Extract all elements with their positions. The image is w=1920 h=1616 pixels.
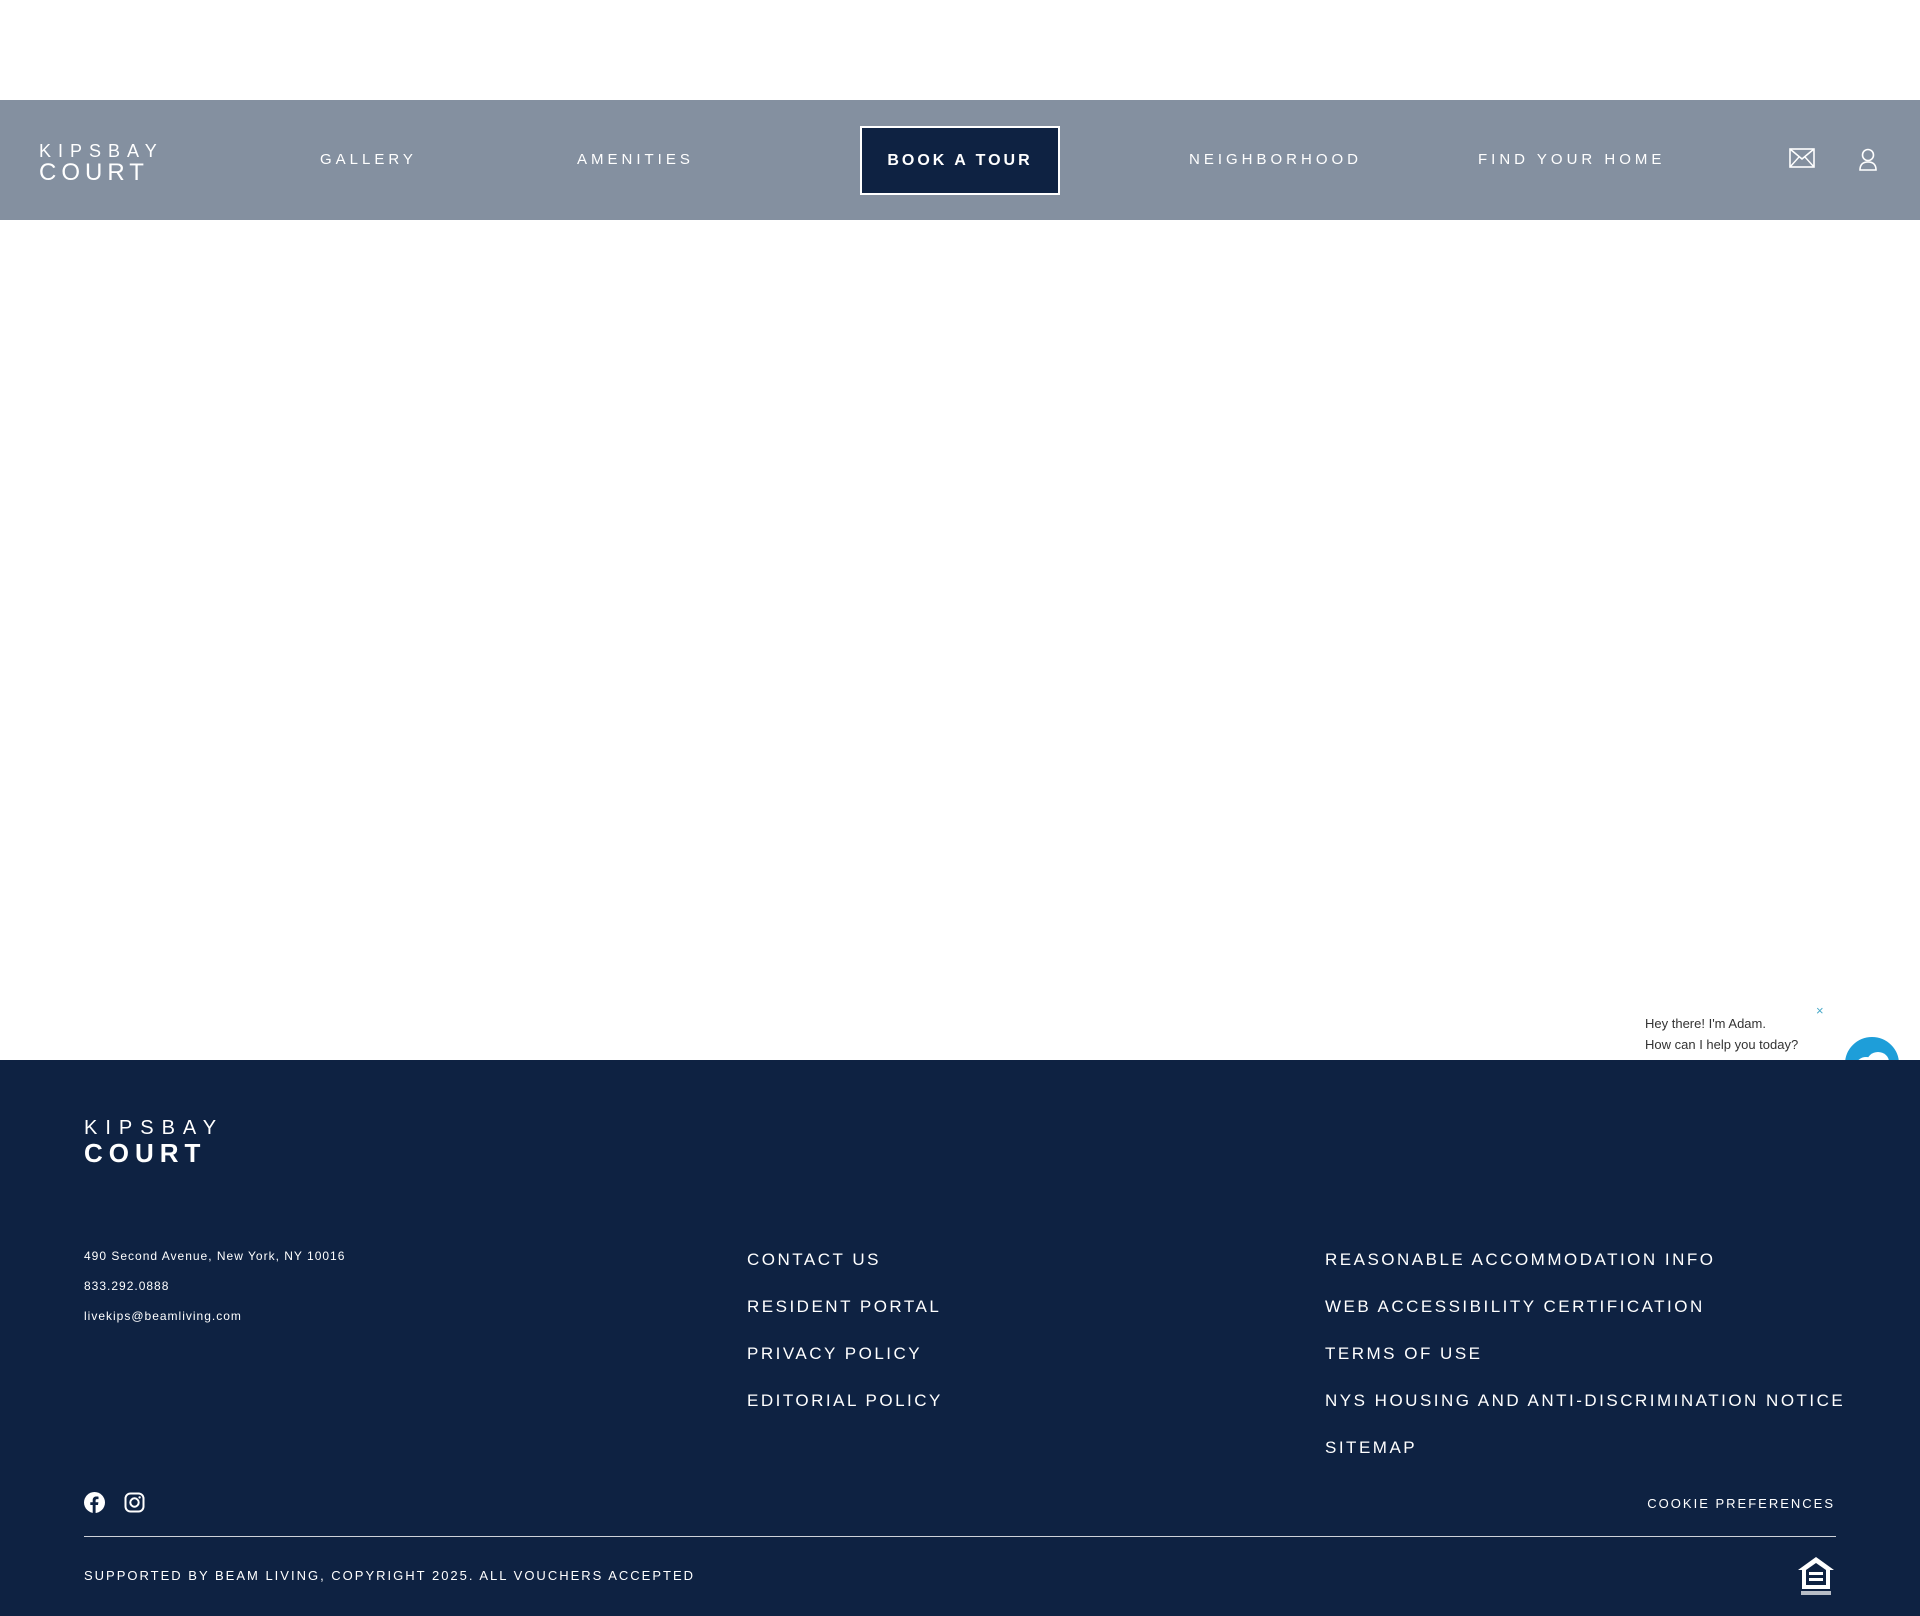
- chat-greeting-line2: How can I help you today?: [1645, 1037, 1799, 1052]
- instagram-icon[interactable]: [124, 1492, 145, 1518]
- nav-neighborhood[interactable]: NEIGHBORHOOD: [1189, 150, 1362, 170]
- footer-link-nys-housing-notice[interactable]: NYS HOUSING AND ANTI-DISCRIMINATION NOTI…: [1325, 1390, 1845, 1412]
- header-logo[interactable]: KIPSBAY COURT: [39, 142, 164, 186]
- site-footer: KIPSBAY COURT: [0, 1060, 1920, 1616]
- footer-phone[interactable]: 833.292.0888: [84, 1279, 169, 1293]
- footer-logo-bottom-text: COURT: [84, 1138, 207, 1168]
- facebook-icon[interactable]: [84, 1492, 105, 1518]
- footer-email[interactable]: livekips@beamliving.com: [84, 1309, 242, 1323]
- footer-link-editorial-policy[interactable]: EDITORIAL POLICY: [747, 1390, 943, 1412]
- footer-logo-top-text: KIPSBAY: [84, 1117, 225, 1139]
- cookie-preferences-link[interactable]: COOKIE PREFERENCES: [1647, 1496, 1835, 1511]
- site-header: KIPSBAY COURT GALLERY AMENITIES BOOK A T…: [0, 100, 1920, 220]
- footer-logo[interactable]: KIPSBAY COURT: [84, 1118, 224, 1168]
- chat-greeting-line1: Hey there! I'm Adam.: [1645, 1016, 1766, 1031]
- footer-address: 490 Second Avenue, New York, NY 10016: [84, 1249, 346, 1263]
- logo-bottom-text: COURT: [39, 159, 149, 186]
- logo-top-text: KIPSBAY: [39, 141, 164, 161]
- footer-link-resident-portal[interactable]: RESIDENT PORTAL: [747, 1296, 941, 1318]
- footer-link-terms-of-use[interactable]: TERMS OF USE: [1325, 1343, 1483, 1365]
- user-icon[interactable]: [1858, 148, 1878, 177]
- equal-housing-opportunity-icon: [1796, 1555, 1836, 1602]
- mail-icon[interactable]: [1789, 148, 1815, 173]
- footer-link-contact-us[interactable]: CONTACT US: [747, 1249, 881, 1271]
- footer-link-reasonable-accommodation[interactable]: REASONABLE ACCOMMODATION INFO: [1325, 1249, 1716, 1271]
- footer-divider: [84, 1536, 1836, 1537]
- nav-gallery[interactable]: GALLERY: [320, 150, 417, 170]
- copyright-text: SUPPORTED BY BEAM LIVING, COPYRIGHT 2025…: [84, 1568, 696, 1583]
- nav-find-your-home[interactable]: FIND YOUR HOME: [1478, 150, 1665, 170]
- chat-close-icon[interactable]: ×: [1816, 1004, 1824, 1018]
- footer-link-privacy-policy[interactable]: PRIVACY POLICY: [747, 1343, 922, 1365]
- footer-link-web-accessibility[interactable]: WEB ACCESSIBILITY CERTIFICATION: [1325, 1296, 1705, 1318]
- footer-link-sitemap[interactable]: SITEMAP: [1325, 1437, 1417, 1459]
- book-a-tour-button[interactable]: BOOK A TOUR: [860, 126, 1060, 195]
- nav-amenities[interactable]: AMENITIES: [577, 150, 694, 170]
